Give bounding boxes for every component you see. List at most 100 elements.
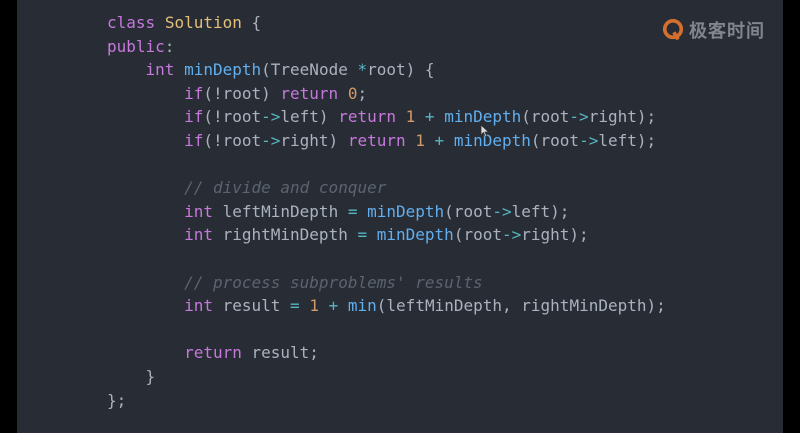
code-line: if(!root) return 0; <box>107 83 367 105</box>
code-token: -> <box>261 131 281 150</box>
code-token: -> <box>579 131 599 150</box>
code-token: min <box>347 296 377 316</box>
code-token: left) <box>280 107 339 127</box>
code-token: + <box>328 296 339 316</box>
code-token: (leftMinDepth, rightMinDepth); <box>376 296 666 316</box>
code-token: rightMinDepth <box>212 225 358 245</box>
code-token: public <box>107 36 165 56</box>
code-line: if(!root->right) return 1 + minDepth(roo… <box>107 130 656 152</box>
code-token: return <box>184 343 242 363</box>
code-token: root) { <box>367 60 435 80</box>
code-token: leftMinDepth <box>212 201 348 221</box>
code-token: return <box>347 131 406 150</box>
code-token: = <box>357 225 368 245</box>
code-line: // process subproblems' results <box>107 272 483 294</box>
code-token: + <box>434 131 445 150</box>
code-line: }; <box>107 390 126 412</box>
code-token: int <box>184 201 213 221</box>
code-token: (root <box>444 201 493 221</box>
code-token: left); <box>598 131 657 150</box>
code-token: // divide and conquer <box>184 178 387 198</box>
code-token: minDepth <box>184 60 262 80</box>
code-token: * <box>357 60 368 80</box>
code-token: -> <box>261 107 281 127</box>
code-token: (!root <box>203 131 262 150</box>
code-token: right); <box>521 225 589 245</box>
code-token: right); <box>588 107 657 127</box>
code-token: class <box>107 13 156 32</box>
code-token: int <box>184 225 213 245</box>
code-token: int <box>184 296 213 316</box>
code-line: int minDepth(TreeNode *root) { <box>107 59 435 81</box>
code-line: int result = 1 + min(leftMinDepth, right… <box>107 295 666 317</box>
code-token: (root <box>453 225 502 245</box>
code-token: result <box>212 296 291 316</box>
code-line: int rightMinDepth = minDepth(root->right… <box>107 224 589 246</box>
code-line: if(!root->left) return 1 + minDepth(root… <box>107 106 656 128</box>
code-token: (TreeNode <box>261 60 358 80</box>
code-token: -> <box>501 225 522 245</box>
code-token: // process subproblems' results <box>184 272 483 292</box>
code-token: ; <box>357 83 368 103</box>
code-token: 1 <box>415 131 425 150</box>
code-token: (root <box>530 131 580 150</box>
code-token: : <box>164 36 175 56</box>
code-token: minDepth <box>453 131 531 150</box>
geektime-logo-icon <box>662 19 684 41</box>
code-editor: class Solution {public: int minDepth(Tre… <box>17 0 783 433</box>
code-token: return <box>338 107 396 127</box>
code-token: (!root) <box>203 83 281 103</box>
video-frame: class Solution {public: int minDepth(Tre… <box>0 0 800 433</box>
watermark-brand: 极客时间 <box>689 21 765 42</box>
code-token: } <box>107 367 156 386</box>
code-line: // divide and conquer <box>107 177 386 199</box>
code-line: return result; <box>107 342 319 364</box>
code-token: -> <box>569 107 589 127</box>
code-block: class Solution {public: int minDepth(Tre… <box>17 0 783 433</box>
code-token: result; <box>241 343 319 363</box>
code-token: if <box>184 131 204 150</box>
code-line: class Solution { <box>107 12 261 34</box>
code-token: { <box>241 13 262 32</box>
code-token: right) <box>280 131 348 150</box>
code-token: }; <box>107 390 127 410</box>
code-token: (!root <box>203 107 262 127</box>
code-token: = <box>290 296 300 316</box>
code-token: Solution <box>164 13 242 32</box>
code-token: (root <box>521 107 570 127</box>
code-token: minDepth <box>376 225 454 245</box>
code-token: if <box>184 107 204 127</box>
watermark: 极客时间 <box>662 16 765 44</box>
code-token: int <box>145 60 175 80</box>
code-token: 1 <box>309 296 319 316</box>
code-token: return <box>280 83 339 103</box>
code-line: } <box>107 366 156 388</box>
code-token: left); <box>511 201 570 221</box>
code-token: -> <box>492 201 512 221</box>
mouse-cursor-icon <box>480 124 490 138</box>
code-token: minDepth <box>367 201 445 221</box>
code-line: public: <box>107 36 174 58</box>
